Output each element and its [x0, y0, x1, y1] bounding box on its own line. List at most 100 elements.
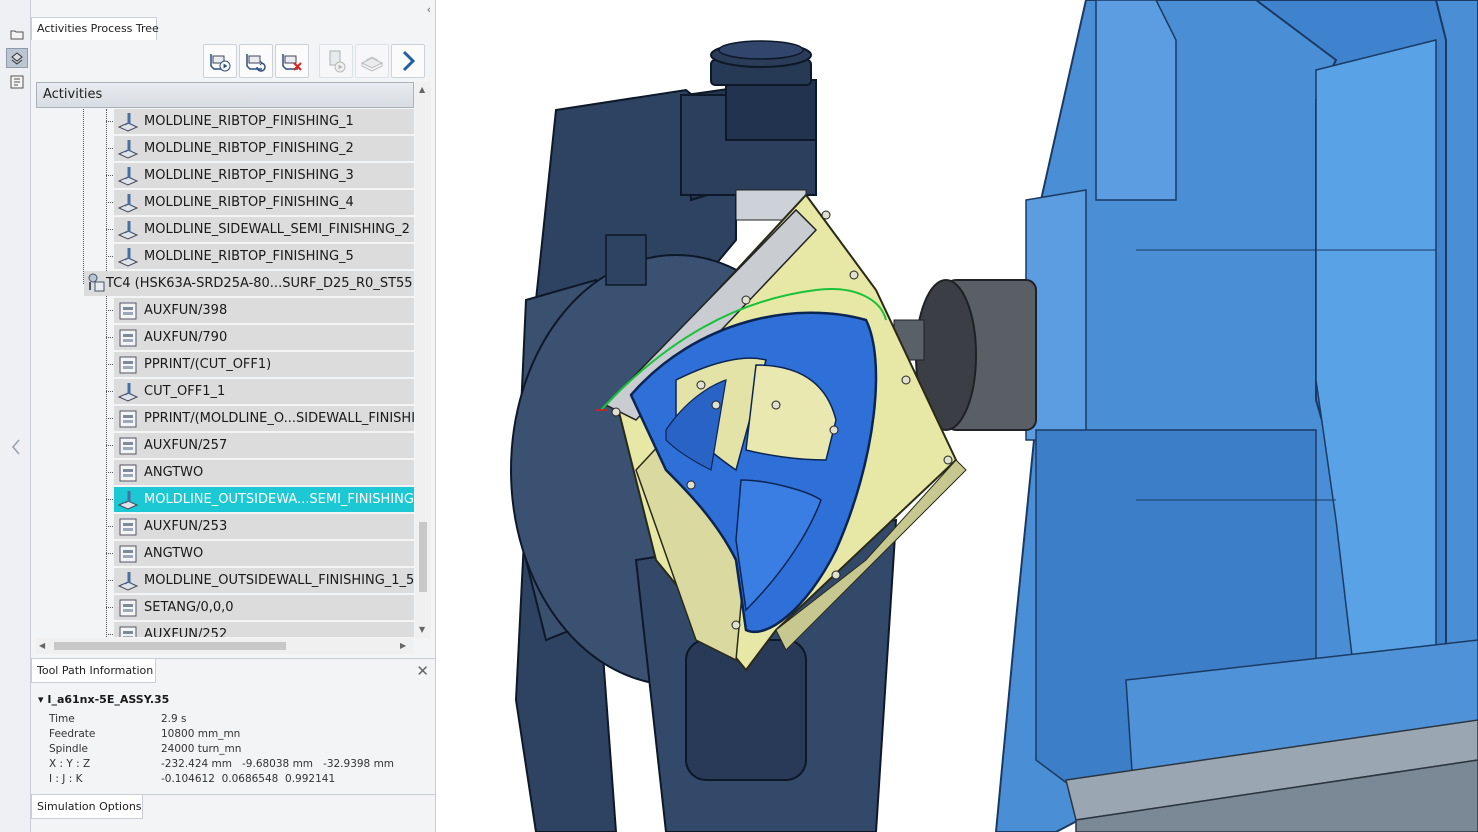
- machining-operation-icon: [117, 138, 139, 160]
- tool-path-node[interactable]: ▾ I_a61nx-5E_ASSY.35: [38, 693, 169, 706]
- tree-item-label: AUXFUN/257: [144, 438, 228, 453]
- simulation-options-tab[interactable]: Simulation Options: [31, 795, 143, 819]
- scroll-right-icon[interactable]: ▶: [400, 641, 406, 650]
- pp-instruction-icon: [117, 300, 139, 322]
- pp-instruction-icon: [117, 543, 139, 565]
- operation-label: MOLDLINE_RIBTOP_FINISHING_3: [144, 168, 354, 183]
- vertical-scroll-thumb[interactable]: [419, 522, 427, 592]
- machining-operation-icon: [117, 570, 139, 592]
- tree-item-row[interactable]: AUXFUN/790: [114, 325, 414, 350]
- operation-row[interactable]: MOLDLINE_RIBTOP_FINISHING_5: [114, 244, 414, 269]
- play-simulation-button[interactable]: [203, 44, 237, 78]
- tree-item-label: MOLDLINE_OUTSIDEWALL_FINISHING_1_5X: [144, 573, 414, 588]
- material-removal-icon: [360, 56, 384, 72]
- expand-triangle-icon[interactable]: ▾: [38, 693, 47, 706]
- tree-item-label: AUXFUN/790: [144, 330, 228, 345]
- collapse-panel-icon[interactable]: [8, 437, 24, 457]
- machining-operation-icon: [117, 192, 139, 214]
- 3d-viewport[interactable]: [436, 0, 1478, 832]
- tool-change-icon: [84, 271, 106, 296]
- simulation-toolbar: [203, 44, 427, 78]
- tree-item-label: AUXFUN/253: [144, 519, 228, 534]
- tree-horizontal-scrollbar[interactable]: ◀ ▶: [36, 638, 414, 654]
- chevron-right-icon: [402, 50, 416, 72]
- machine-column: [994, 0, 1478, 832]
- close-icon[interactable]: ✕: [416, 662, 429, 680]
- spindle-label: Spindle: [49, 743, 88, 755]
- xyz-label: X : Y : Z: [49, 758, 91, 770]
- next-button[interactable]: [391, 44, 425, 78]
- tree-item-row[interactable]: ANGTWO: [114, 460, 414, 485]
- tree-item-row[interactable]: AUXFUN/253: [114, 514, 414, 539]
- tree-item-row[interactable]: SETANG/0,0,0: [114, 595, 414, 620]
- pp-instruction-icon: [117, 516, 139, 538]
- tool-path-information-tab[interactable]: Tool Path Information: [31, 659, 156, 683]
- tree-vertical-scrollbar[interactable]: ▲ ▼: [415, 82, 431, 638]
- tool-path-node-label: I_a61nx-5E_ASSY.35: [47, 693, 170, 706]
- operation-row[interactable]: MOLDLINE_SIDEWALL_SEMI_FINISHING_2: [114, 217, 414, 242]
- tree-item-row[interactable]: MOLDLINE_OUTSIDEWALL_FINISHING_1_5X: [114, 568, 414, 593]
- tree-item-label: CUT_OFF1_1: [144, 384, 226, 399]
- tree-item-row[interactable]: AUXFUN/257: [114, 433, 414, 458]
- tree-item-label: SETANG/0,0,0: [144, 600, 234, 615]
- machining-operation-icon: [117, 165, 139, 187]
- operation-row[interactable]: MOLDLINE_RIBTOP_FINISHING_4: [114, 190, 414, 215]
- pp-instruction-icon: [117, 354, 139, 376]
- scroll-left-icon[interactable]: ◀: [39, 641, 45, 650]
- delete-simulation-button[interactable]: [275, 44, 309, 78]
- video-simulation-button[interactable]: [319, 44, 353, 78]
- tree-item-row[interactable]: MOLDLINE_OUTSIDEWA...SEMI_FINISHING_: [114, 487, 414, 512]
- tree-item-label: PPRINT/(CUT_OFF1): [144, 357, 272, 372]
- pp-instruction-icon: [117, 435, 139, 457]
- operation-row[interactable]: MOLDLINE_RIBTOP_FINISHING_1: [114, 109, 414, 134]
- operation-label: MOLDLINE_RIBTOP_FINISHING_5: [144, 249, 354, 264]
- scroll-down-icon[interactable]: ▼: [419, 625, 425, 634]
- replay-simulation-icon: [246, 54, 266, 72]
- process-tree-icon[interactable]: [6, 48, 28, 68]
- feedrate-label: Feedrate: [49, 728, 96, 740]
- pp-instruction-icon: [117, 462, 139, 484]
- process-tree: − TC4 (HSK63A-SRD25A-80...SURF_D25_R0_ST…: [36, 109, 414, 637]
- operation-label: MOLDLINE_RIBTOP_FINISHING_2: [144, 141, 354, 156]
- operation-row[interactable]: MOLDLINE_RIBTOP_FINISHING_3: [114, 163, 414, 188]
- time-value: 2.9 s: [161, 713, 187, 725]
- tree-item-label: PPRINT/(MOLDLINE_O...SIDEWALL_FINISHIN: [144, 411, 414, 426]
- tool-path-information-panel: Tool Path Information ✕ ▾ I_a61nx-5E_ASS…: [31, 658, 436, 794]
- machining-operation-icon: [117, 381, 139, 403]
- tool-change-row[interactable]: TC4 (HSK63A-SRD25A-80...SURF_D25_R0_ST55: [84, 271, 414, 296]
- tree-item-row[interactable]: PPRINT/(CUT_OFF1): [114, 352, 414, 377]
- delete-icon: [282, 54, 302, 71]
- ijk-label: I : J : K: [49, 773, 83, 785]
- tree-item-row[interactable]: ANGTWO: [114, 541, 414, 566]
- tree-item-row[interactable]: CUT_OFF1_1: [114, 379, 414, 404]
- xyz-value: -232.424 mm -9.68038 mm -32.9398 mm: [161, 758, 395, 770]
- tree-item-label: AUXFUN/252: [144, 627, 228, 637]
- time-label: Time: [49, 713, 75, 725]
- side-toolbar: [0, 0, 31, 832]
- folder-icon[interactable]: [6, 24, 28, 44]
- tool-change-label: TC4 (HSK63A-SRD25A-80...SURF_D25_R0_ST55: [106, 276, 413, 291]
- tree-item-label: MOLDLINE_OUTSIDEWA...SEMI_FINISHING_: [144, 492, 414, 507]
- panel-collapse-icon[interactable]: ‹: [427, 3, 431, 16]
- process-tree-tab[interactable]: Activities Process Tree: [31, 17, 159, 40]
- ijk-value: -0.104612 0.0686548 0.992141: [161, 773, 336, 785]
- pp-instruction-icon: [117, 327, 139, 349]
- machining-operation-icon: [117, 219, 139, 241]
- tree-item-row[interactable]: AUXFUN/252: [114, 622, 414, 637]
- horizontal-scroll-thumb[interactable]: [54, 642, 286, 650]
- scroll-up-icon[interactable]: ▲: [419, 85, 425, 94]
- specification-tree-icon[interactable]: [6, 72, 28, 92]
- operation-label: MOLDLINE_SIDEWALL_SEMI_FINISHING_2: [144, 222, 410, 237]
- replay-simulation-button[interactable]: [239, 44, 273, 78]
- material-removal-button[interactable]: [355, 44, 389, 78]
- tree-item-label: AUXFUN/398: [144, 303, 228, 318]
- tree-item-row[interactable]: PPRINT/(MOLDLINE_O...SIDEWALL_FINISHIN: [114, 406, 414, 431]
- machining-operation-icon: [117, 489, 139, 511]
- operation-row[interactable]: MOLDLINE_RIBTOP_FINISHING_2: [114, 136, 414, 161]
- operation-label: MOLDLINE_RIBTOP_FINISHING_1: [144, 114, 354, 129]
- tree-item-row[interactable]: AUXFUN/398: [114, 298, 414, 323]
- tree-item-label: ANGTWO: [144, 465, 204, 480]
- tree-header: Activities: [36, 82, 414, 108]
- pp-instruction-icon: [117, 624, 139, 637]
- machining-operation-icon: [117, 111, 139, 133]
